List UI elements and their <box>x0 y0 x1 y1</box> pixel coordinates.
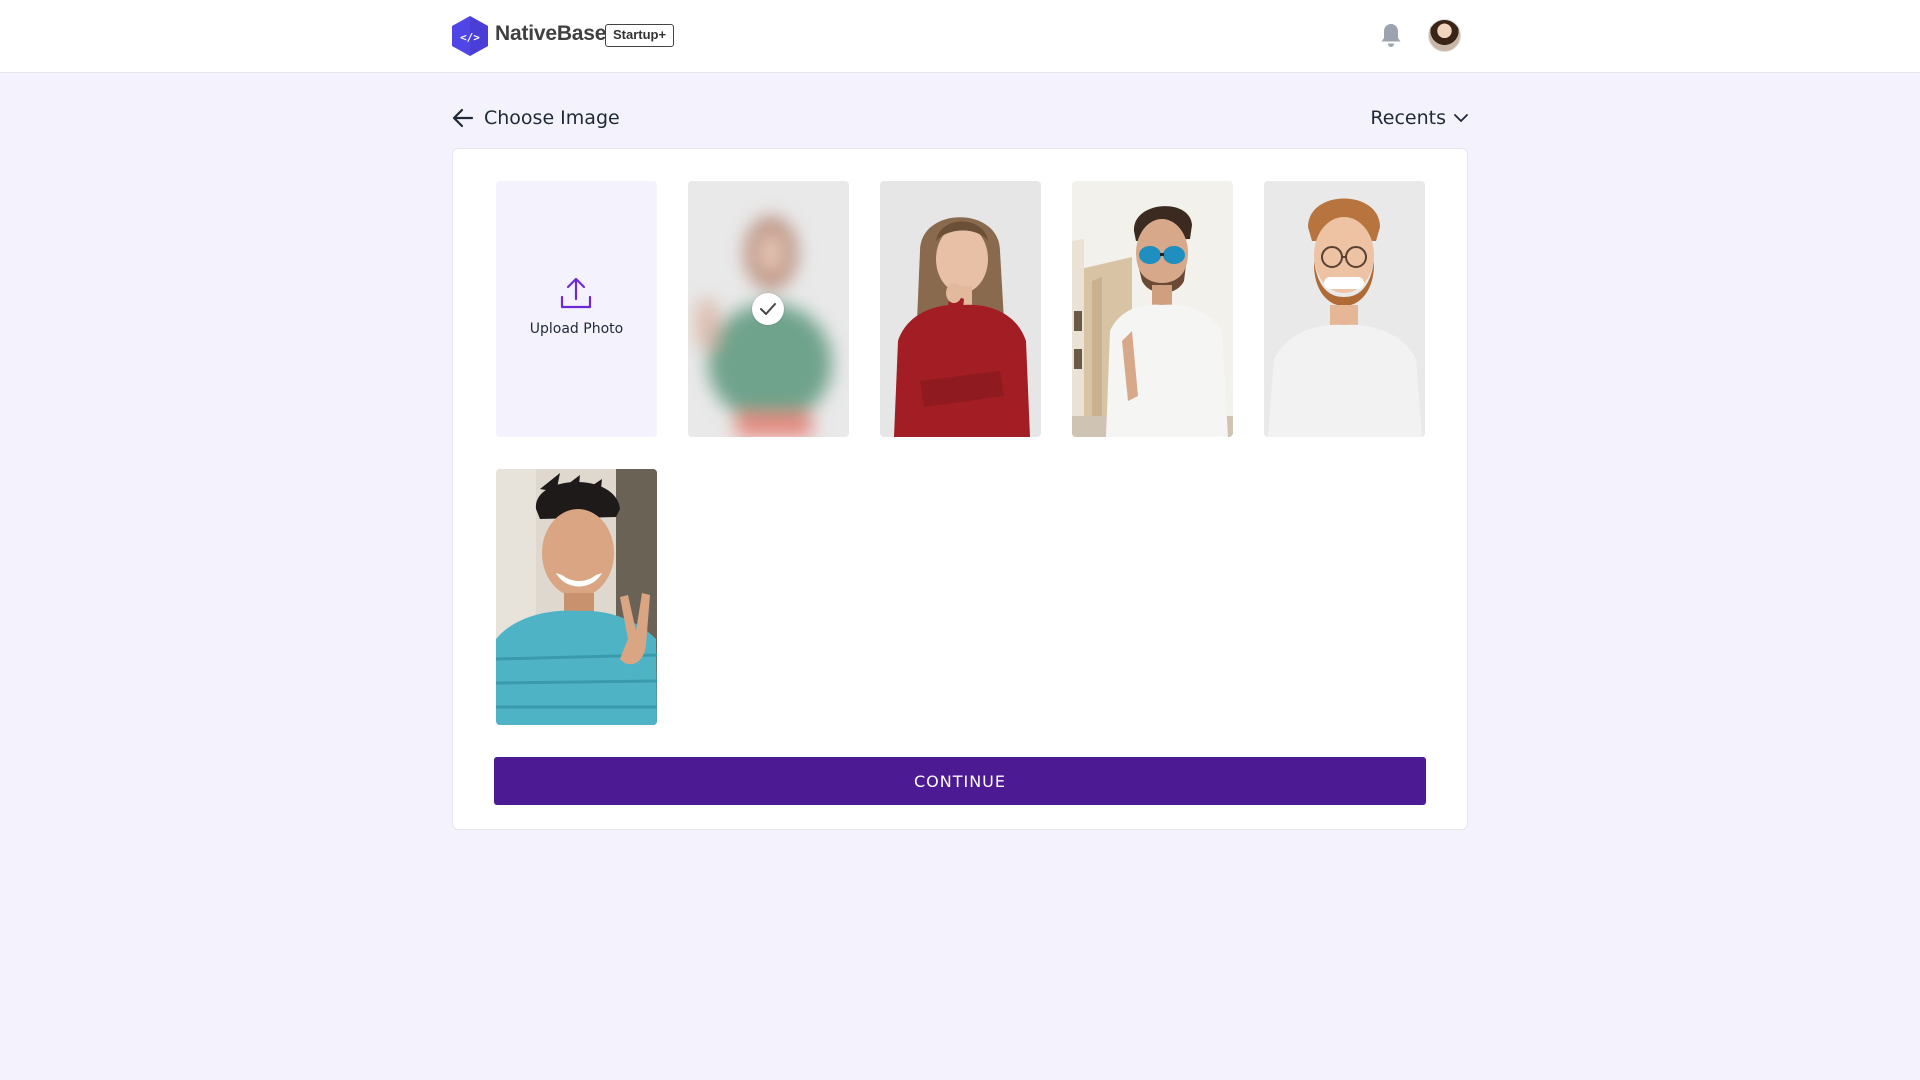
photo-image <box>880 181 1041 437</box>
photo-woman-red-sweater[interactable] <box>880 181 1041 437</box>
recents-label: Recents <box>1370 107 1446 129</box>
arrow-left-icon[interactable] <box>452 107 474 129</box>
bell-icon[interactable] <box>1379 22 1403 49</box>
page-title: Choose Image <box>484 107 620 129</box>
brand-name: NativeBase <box>495 22 607 45</box>
user-avatar[interactable] <box>1428 19 1461 52</box>
continue-button[interactable]: CONTINUE <box>494 757 1426 805</box>
recents-dropdown[interactable]: Recents <box>1370 107 1468 129</box>
selected-check-icon <box>752 293 784 325</box>
photo-man-peace-sign[interactable] <box>496 469 657 725</box>
photo-image <box>1264 181 1425 437</box>
page-header: Choose Image Recents <box>452 104 1468 134</box>
logo-glyph: </> <box>460 31 480 44</box>
nativebase-logo-icon[interactable]: </> <box>451 15 489 57</box>
photo-image <box>1072 181 1233 437</box>
photo-man-sunglasses[interactable] <box>1072 181 1233 437</box>
photo-woman-green-sweater[interactable] <box>688 181 849 437</box>
upload-photo-label: Upload Photo <box>529 321 624 337</box>
top-navbar: </> NativeBase Startup+ <box>0 0 1920 73</box>
upload-icon <box>560 277 592 309</box>
upload-photo-tile[interactable]: Upload Photo <box>496 181 657 437</box>
photo-image <box>496 469 657 725</box>
chevron-down-icon <box>1454 113 1468 122</box>
photo-man-red-beard[interactable] <box>1264 181 1425 437</box>
image-picker-card: Upload Photo CONTINUE <box>452 148 1468 830</box>
brand-badge: Startup+ <box>605 24 675 47</box>
